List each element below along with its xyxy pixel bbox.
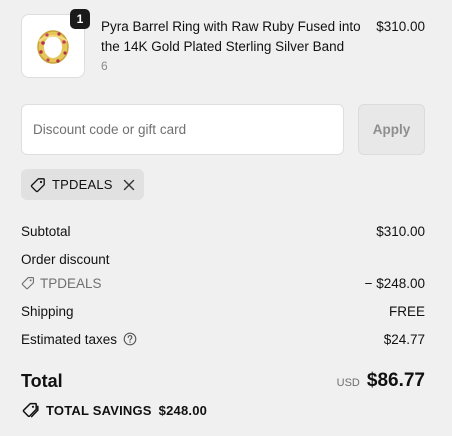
total-amount: $86.77 <box>366 370 425 391</box>
close-icon[interactable] <box>123 179 135 191</box>
order-discount-code: TPDEALS <box>40 275 102 291</box>
quantity-badge: 1 <box>70 9 90 29</box>
order-discount-value: − $248.00 <box>364 275 425 291</box>
taxes-label-group: Estimated taxes <box>21 332 137 347</box>
question-circle-icon[interactable] <box>123 332 137 346</box>
product-name: Pyra Barrel Ring with Raw Ruby Fused int… <box>101 19 361 54</box>
discount-code-input[interactable] <box>21 104 344 155</box>
total-label: Total <box>21 370 63 391</box>
tag-icon <box>21 277 34 290</box>
total-row: Total USD $86.77 <box>21 368 425 394</box>
total-savings: TOTAL SAVINGS $248.00 <box>21 401 207 419</box>
line-item: 1 Pyra Barrel Ring with Raw Ruby Fused i… <box>21 9 425 78</box>
taxes-row: Estimated taxes $24.77 <box>21 329 425 349</box>
applied-discount-code: TPDEALS <box>52 177 113 192</box>
order-discount-code-row: TPDEALS − $248.00 <box>21 273 425 293</box>
shipping-value: FREE <box>388 303 425 319</box>
currency-code: USD <box>336 377 360 389</box>
product-price: $310.00 <box>376 19 425 34</box>
savings-label: TOTAL SAVINGS <box>46 402 152 418</box>
taxes-label: Estimated taxes <box>21 331 118 347</box>
product-variant: 6 <box>101 59 108 73</box>
total-amount-group: USD $86.77 <box>337 370 425 392</box>
apply-button[interactable]: Apply <box>358 104 425 155</box>
applied-discount-chip: TPDEALS <box>21 169 144 200</box>
ring-image <box>37 30 69 64</box>
subtotal-value: $310.00 <box>376 223 425 239</box>
product-info: Pyra Barrel Ring with Raw Ruby Fused int… <box>101 17 366 74</box>
tag-icon <box>30 177 45 192</box>
subtotal-row: Subtotal $310.00 <box>21 221 425 241</box>
shipping-row: Shipping FREE <box>21 301 425 321</box>
subtotal-label: Subtotal <box>21 223 71 239</box>
order-discount-tag: TPDEALS <box>21 276 102 291</box>
remove-discount-button[interactable] <box>123 179 135 191</box>
taxes-value: $24.77 <box>383 331 425 347</box>
shipping-label: Shipping <box>21 303 74 319</box>
savings-value: $248.00 <box>158 402 208 418</box>
tags-icon <box>22 402 39 418</box>
order-discount-label: Order discount <box>21 251 110 267</box>
order-discount-row: Order discount <box>21 249 425 269</box>
